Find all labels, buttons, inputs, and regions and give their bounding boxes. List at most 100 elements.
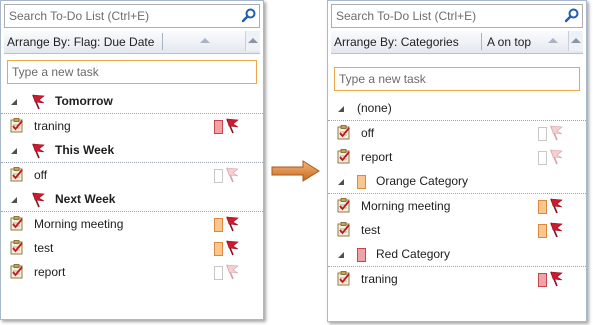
new-task-input[interactable] (12, 64, 212, 80)
flag-icon[interactable] (224, 118, 240, 134)
search-box[interactable]: Search To-Do List (Ctrl+E) (4, 4, 260, 28)
task-category-swatch[interactable] (214, 169, 223, 183)
group-flag-icon (32, 192, 45, 208)
search-icon[interactable] (564, 7, 580, 23)
scroll-up-button[interactable] (568, 31, 583, 51)
flag-icon[interactable] (548, 271, 564, 287)
task-category-swatch[interactable] (214, 266, 223, 280)
task-category-swatch[interactable] (538, 273, 547, 287)
column-divider[interactable] (481, 33, 482, 50)
task-list: Tomorrow traning This Week off Next Week Morn… (1, 89, 263, 284)
group-header[interactable]: (none) (328, 96, 586, 121)
column-divider[interactable] (162, 33, 163, 50)
collapse-triangle-icon[interactable] (11, 197, 17, 203)
sort-ascending-icon[interactable] (548, 38, 558, 43)
collapse-triangle-icon[interactable] (338, 252, 344, 258)
task-row[interactable]: Morning meeting (1, 212, 263, 236)
task-category-swatch[interactable] (214, 120, 223, 134)
flag-icon[interactable] (548, 222, 564, 238)
search-icon[interactable] (241, 7, 257, 23)
category-color-swatch (357, 175, 366, 189)
task-icon (10, 118, 23, 133)
group-flag-icon (32, 143, 45, 159)
group-label: Next Week (55, 192, 116, 206)
task-icon (337, 125, 350, 140)
task-category-swatch[interactable] (538, 127, 547, 141)
task-icon (10, 240, 23, 255)
task-category-swatch[interactable] (538, 224, 547, 238)
task-row[interactable]: test (1, 236, 263, 260)
search-placeholder: Search To-Do List (Ctrl+E) (336, 9, 477, 23)
task-title: Morning meeting (34, 217, 124, 231)
todo-list-panel-flag-arrangement: Search To-Do List (Ctrl+E) Arrange By: F… (0, 0, 264, 320)
arrange-by-label[interactable]: Arrange By: Categories (334, 35, 459, 49)
task-category-swatch[interactable] (538, 151, 547, 165)
task-icon (337, 198, 350, 213)
group-label: This Week (55, 143, 115, 157)
task-title: Morning meeting (361, 199, 451, 213)
collapse-triangle-icon[interactable] (338, 106, 344, 112)
task-title: traning (34, 119, 71, 133)
todo-list-panel-category-arrangement: Search To-Do List (Ctrl+E) Arrange By: C… (327, 0, 587, 322)
flag-icon[interactable] (224, 240, 240, 256)
scroll-up-arrow-icon (248, 38, 258, 43)
new-task-input[interactable] (339, 71, 539, 87)
task-icon (10, 216, 23, 231)
task-row[interactable]: Morning meeting (328, 194, 586, 218)
task-title: report (34, 265, 66, 279)
scroll-up-button[interactable] (245, 31, 260, 51)
arrange-by-bar[interactable]: Arrange By: Categories A on top (331, 31, 583, 54)
arrange-by-bar[interactable]: Arrange By: Flag: Due Date (4, 31, 260, 54)
group-header[interactable]: Next Week (1, 187, 263, 212)
group-label: (none) (357, 101, 392, 115)
task-row[interactable]: traning (328, 267, 586, 291)
group-header[interactable]: This Week (1, 138, 263, 163)
task-list: (none) off report Orange Category Morning me… (328, 96, 586, 291)
task-row[interactable]: off (1, 163, 263, 187)
flag-icon[interactable] (224, 216, 240, 232)
task-row[interactable]: traning (1, 114, 263, 138)
flag-icon[interactable] (224, 264, 240, 280)
flag-icon[interactable] (548, 198, 564, 214)
flag-icon[interactable] (548, 149, 564, 165)
task-icon (337, 149, 350, 164)
task-row[interactable]: test (328, 218, 586, 242)
task-category-swatch[interactable] (214, 218, 223, 232)
new-task-field[interactable] (7, 60, 257, 84)
arrange-by-label[interactable]: Arrange By: Flag: Due Date (7, 35, 154, 49)
sort-order-label[interactable]: A on top (487, 35, 531, 49)
scroll-up-arrow-icon (571, 38, 581, 43)
task-row[interactable]: report (1, 260, 263, 284)
collapse-triangle-icon[interactable] (11, 148, 17, 154)
task-title: traning (361, 272, 398, 286)
group-label: Orange Category (376, 174, 469, 188)
task-icon (337, 271, 350, 286)
group-flag-icon (32, 94, 45, 110)
task-category-swatch[interactable] (538, 200, 547, 214)
flag-icon[interactable] (548, 125, 564, 141)
group-header[interactable]: Red Category (328, 242, 586, 267)
search-box[interactable]: Search To-Do List (Ctrl+E) (331, 4, 583, 28)
group-header[interactable]: Orange Category (328, 169, 586, 194)
task-icon (10, 264, 23, 279)
group-header[interactable]: Tomorrow (1, 89, 263, 114)
group-label: Red Category (376, 247, 451, 261)
task-title: test (34, 241, 54, 255)
task-category-swatch[interactable] (214, 242, 223, 256)
collapse-triangle-icon[interactable] (11, 99, 17, 105)
task-title: report (361, 150, 393, 164)
task-row[interactable]: report (328, 145, 586, 169)
sort-ascending-icon[interactable] (200, 38, 210, 43)
flag-icon[interactable] (224, 167, 240, 183)
right-arrow-icon (271, 160, 320, 182)
group-label: Tomorrow (55, 94, 113, 108)
task-icon (10, 167, 23, 182)
category-color-swatch (357, 248, 366, 262)
new-task-field[interactable] (334, 67, 580, 91)
task-title: test (361, 223, 381, 237)
task-title: off (34, 168, 48, 182)
search-placeholder: Search To-Do List (Ctrl+E) (9, 9, 150, 23)
task-row[interactable]: off (328, 121, 586, 145)
collapse-triangle-icon[interactable] (338, 179, 344, 185)
task-title: off (361, 126, 375, 140)
